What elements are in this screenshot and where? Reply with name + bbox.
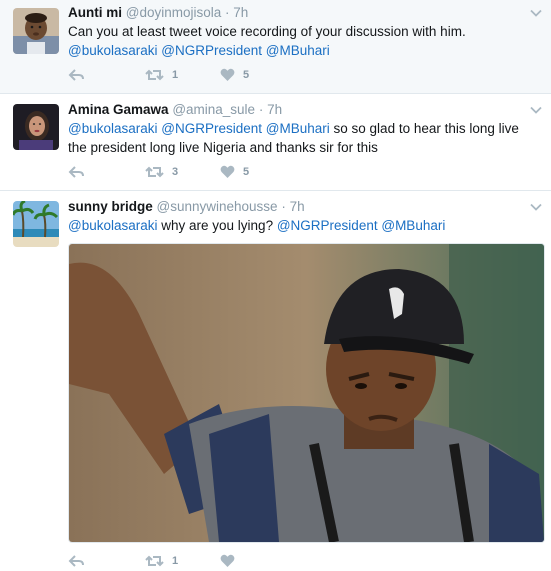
heart-icon [220, 165, 235, 178]
heart-icon [220, 68, 235, 81]
user-handle[interactable]: @sunnywinehousse [157, 199, 278, 214]
reply-icon [68, 166, 84, 178]
mention-link[interactable]: @MBuhari [381, 218, 445, 233]
reply-icon [68, 555, 84, 567]
chevron-down-icon[interactable] [529, 200, 543, 214]
mention-link[interactable]: @NGRPresident [161, 43, 262, 58]
tweet-header: Aunti mi @doyinmojisola · 7h [68, 5, 248, 20]
mention-link[interactable]: @MBuhari [266, 121, 330, 136]
like-count: 5 [243, 69, 250, 81]
user-name[interactable]: Aunti mi [68, 5, 122, 20]
mention-link[interactable]: @bukolasaraki [68, 218, 158, 233]
retweet-icon [145, 555, 164, 567]
tweet[interactable]: Amina Gamawa @amina_sule · 7h @bukolasar… [0, 94, 551, 191]
like-button[interactable] [220, 551, 243, 571]
reply-button[interactable] [68, 551, 85, 571]
retweet-button[interactable]: 1 [145, 551, 178, 571]
timestamp[interactable]: 7h [290, 199, 305, 214]
separator: · [258, 102, 264, 117]
user-name[interactable]: Amina Gamawa [68, 102, 169, 117]
mention-link[interactable]: @bukolasaraki [68, 121, 158, 136]
chevron-down-icon[interactable] [529, 6, 543, 20]
avatar[interactable] [13, 201, 59, 247]
retweet-button[interactable]: 1 [145, 65, 178, 85]
tweet-header: Amina Gamawa @amina_sule · 7h [68, 102, 282, 117]
retweet-icon [145, 69, 164, 81]
tweet-text: Can you at least tweet voice recording o… [68, 22, 538, 60]
tweet-body: why are you lying? [161, 218, 274, 233]
mention-link[interactable]: @MBuhari [266, 43, 330, 58]
separator: · [281, 199, 286, 214]
reply-button[interactable] [68, 65, 85, 85]
user-name[interactable]: sunny bridge [68, 199, 153, 214]
heart-icon [220, 554, 235, 567]
reply-button[interactable] [68, 162, 85, 182]
mention-link[interactable]: @bukolasaraki [68, 43, 158, 58]
avatar[interactable] [13, 8, 59, 54]
like-count: 5 [243, 166, 250, 178]
avatar[interactable] [13, 104, 59, 150]
tweet-text: @bukolasaraki @NGRPresident @MBuhari so … [68, 119, 538, 157]
reply-icon [68, 69, 84, 81]
user-handle[interactable]: @amina_sule [172, 102, 255, 117]
retweet-button[interactable]: 3 [145, 162, 178, 182]
tweet-photo[interactable] [68, 243, 545, 543]
tweet-text: @bukolasaraki why are you lying? @NGRPre… [68, 216, 538, 235]
tweet[interactable]: Aunti mi @doyinmojisola · 7h Can you at … [0, 0, 551, 94]
user-handle[interactable]: @doyinmojisola [126, 5, 222, 20]
retweet-icon [145, 166, 164, 178]
timestamp[interactable]: 7h [233, 5, 248, 20]
like-button[interactable]: 5 [220, 65, 249, 85]
mention-link[interactable]: @NGRPresident [277, 218, 378, 233]
chevron-down-icon[interactable] [529, 103, 543, 117]
like-button[interactable]: 5 [220, 162, 249, 182]
separator: · [225, 5, 230, 20]
retweet-count: 3 [172, 166, 179, 178]
timestamp[interactable]: 7h [267, 102, 282, 117]
tweet-header: sunny bridge @sunnywinehousse · 7h [68, 199, 305, 214]
retweet-count: 1 [172, 69, 179, 81]
tweet-body: Can you at least tweet voice recording o… [68, 24, 466, 39]
retweet-count: 1 [172, 555, 179, 567]
tweet[interactable]: sunny bridge @sunnywinehousse · 7h @buko… [0, 191, 551, 567]
mention-link[interactable]: @NGRPresident [161, 121, 262, 136]
